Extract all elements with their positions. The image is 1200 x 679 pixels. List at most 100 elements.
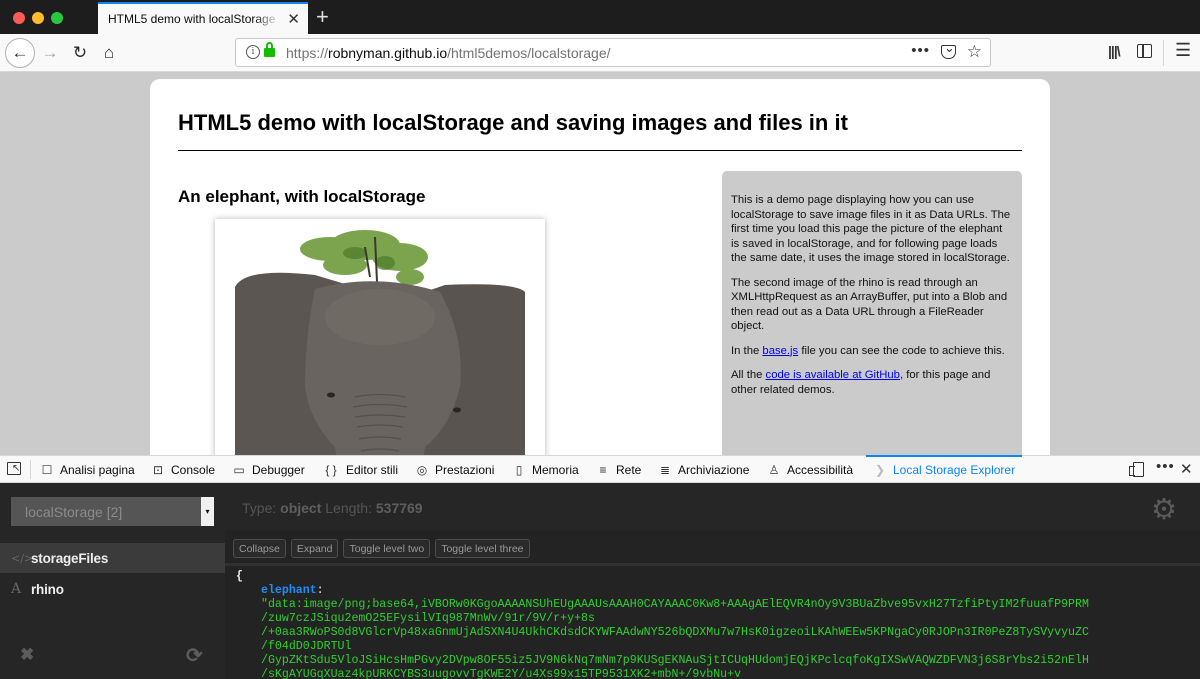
json-viewer: { elephant: "data:image/png;base64,iVBOR… [236, 570, 1196, 679]
devtools-tab-inspector[interactable]: ☐ Analisi pagina [40, 456, 135, 483]
local-storage-explorer-panel: localStorage [2] ▾ </> storageFiles A rh… [0, 483, 1200, 679]
window-close-button[interactable] [13, 12, 25, 24]
text-type-icon: A [11, 581, 22, 597]
braces-icon: { } [325, 462, 337, 477]
refresh-icon[interactable]: ⟳ [186, 643, 203, 668]
storage-item-label: storageFiles [31, 550, 109, 566]
tab-label: Debugger [252, 462, 305, 477]
json-value-line: /f04dD0JDRTUl [261, 640, 352, 653]
url-bar[interactable]: i https://robnyman.github.io/html5demos/… [235, 38, 991, 67]
info-text: In the [731, 344, 763, 357]
more-options-icon[interactable]: ••• [1156, 458, 1175, 475]
accessibility-icon: ♙ [768, 462, 780, 477]
network-icon: ≡ [599, 462, 607, 477]
storage-item-rhino[interactable]: A rhino [0, 574, 225, 604]
tab-label: Archiviazione [678, 462, 750, 477]
type-label: Type: [242, 500, 277, 516]
devtools-tab-local-storage-explorer[interactable]: ❯ Local Storage Explorer [866, 455, 1022, 482]
forward-button[interactable]: → [36, 39, 64, 67]
back-button[interactable]: ← [5, 38, 35, 68]
page-actions-icon[interactable]: ••• [911, 42, 930, 59]
expand-button[interactable]: Expand [290, 539, 339, 558]
devtools-tab-storage[interactable]: ≣ Archiviazione [658, 456, 749, 483]
hamburger-menu-icon[interactable]: ☰ [1175, 40, 1191, 61]
storage-value-viewer: Type: object Length: 537769 ⚙ Collapse E… [225, 483, 1200, 679]
pocket-icon[interactable] [941, 40, 956, 59]
panel-divider [225, 563, 1200, 566]
element-picker-icon[interactable] [7, 462, 21, 475]
json-value-line: /+0aa3RWoPS0d8VGlcrVp48xaGnmUjAdSXN4U4Uk… [261, 626, 1089, 639]
page-viewport: HTML5 demo with localStorage and saving … [0, 72, 1200, 455]
base-js-link[interactable]: base.js [762, 345, 798, 357]
tab-label: Prestazioni [435, 462, 495, 477]
json-key-row: elephant: [236, 584, 1196, 598]
window-minimize-button[interactable] [32, 12, 44, 24]
secure-lock-icon[interactable] [264, 42, 275, 57]
devtools-tab-console[interactable]: ⊡ Console [151, 456, 215, 483]
console-icon: ⊡ [152, 462, 164, 477]
info-text: file you can see the code to achieve thi… [798, 344, 1005, 357]
devtools-tab-memory[interactable]: ▯ Memoria [512, 456, 579, 483]
json-colon: : [316, 584, 324, 597]
tab-label: Local Storage Explorer [893, 462, 1016, 477]
chevron-down-icon[interactable]: ▾ [201, 497, 214, 526]
tab-label: Console [171, 462, 216, 477]
new-tab-button[interactable]: + [316, 4, 329, 30]
gear-icon[interactable]: ⚙ [1151, 492, 1177, 527]
database-icon: ≣ [659, 462, 671, 477]
url-host: robnyman.github.io [328, 45, 448, 61]
dock-side-icon[interactable] [1129, 462, 1144, 477]
info-paragraph-2: The second image of the rhino is read th… [731, 276, 1008, 333]
sidebar-toggle-icon[interactable] [1137, 44, 1152, 58]
tree-controls: Collapse Expand Toggle level two Toggle … [233, 539, 530, 558]
back-arrow-icon: ← [11, 43, 29, 62]
collapse-button[interactable]: Collapse [233, 539, 286, 558]
json-open-brace: { [236, 570, 243, 583]
page-title: HTML5 demo with localStorage and saving … [178, 110, 848, 135]
site-info-icon[interactable]: i [246, 45, 260, 59]
url-text[interactable]: https://robnyman.github.io/html5demos/lo… [286, 45, 611, 61]
browser-tab-bar: HTML5 demo with localStorage and saving … [0, 0, 1200, 34]
tab-label: Analisi pagina [60, 462, 135, 477]
github-code-link[interactable]: code is available at GitHub [766, 369, 900, 381]
devtools-tab-performance[interactable]: ◎ Prestazioni [415, 456, 495, 483]
tab-close-icon[interactable]: ✕ [287, 10, 300, 28]
storage-type-select[interactable]: localStorage [2] ▾ [11, 497, 214, 526]
bookmark-star-icon[interactable]: ☆ [967, 42, 982, 62]
inspector-icon: ☐ [41, 462, 53, 477]
home-button[interactable]: ⌂ [95, 39, 123, 67]
info-text: All the [731, 369, 766, 381]
devtools-tab-style-editor[interactable]: { } Editor stili [322, 456, 398, 483]
devtools-tab-debugger[interactable]: ▭ Debugger [232, 456, 305, 483]
storage-select-value: localStorage [2] [25, 503, 123, 520]
storage-item-storageFiles[interactable]: </> storageFiles [0, 543, 225, 573]
delete-icon[interactable]: ✖ [20, 645, 34, 665]
reload-icon: ↻ [72, 43, 88, 62]
toggle-level-two-button[interactable]: Toggle level two [343, 539, 431, 558]
toggle-level-three-button[interactable]: Toggle level three [435, 539, 530, 558]
section-title: An elephant, with localStorage [178, 187, 426, 206]
browser-tab-active[interactable]: HTML5 demo with localStorage and saving … [98, 2, 308, 34]
length-label: Length: [325, 500, 372, 516]
json-value-line: /sKgAYUGqXUaz4kpURKCYBS3uugovvTgKWE2Y/u4… [261, 668, 742, 679]
close-devtools-icon[interactable]: ✕ [1180, 460, 1193, 478]
code-icon: </> [11, 551, 34, 565]
url-prefix: https:// [286, 45, 329, 61]
reload-button[interactable]: ↻ [66, 39, 94, 67]
json-key[interactable]: elephant [236, 584, 317, 597]
library-icon[interactable]: |||\ [1108, 43, 1121, 59]
toolbar-separator [1163, 40, 1164, 66]
performance-icon: ◎ [416, 462, 428, 477]
tab-label: Accessibilità [787, 462, 854, 477]
info-paragraph-4: All the code is available at GitHub, for… [731, 368, 1013, 397]
title-divider [178, 150, 1022, 151]
navigation-toolbar: ← → ↻ ⌂ i https://robnyman.github.io/htm… [0, 34, 1200, 72]
extension-icon: ❯ [874, 462, 886, 477]
type-info: Type: object Length: 537769 [242, 500, 423, 516]
window-zoom-button[interactable] [51, 12, 63, 24]
devtools-tab-accessibility[interactable]: ♙ Accessibilità [767, 456, 853, 483]
page-container: HTML5 demo with localStorage and saving … [150, 79, 1050, 455]
url-path: /html5demos/localstorage/ [447, 45, 611, 61]
devtools-tab-network[interactable]: ≡ Rete [596, 456, 641, 483]
home-icon: ⌂ [103, 43, 115, 62]
